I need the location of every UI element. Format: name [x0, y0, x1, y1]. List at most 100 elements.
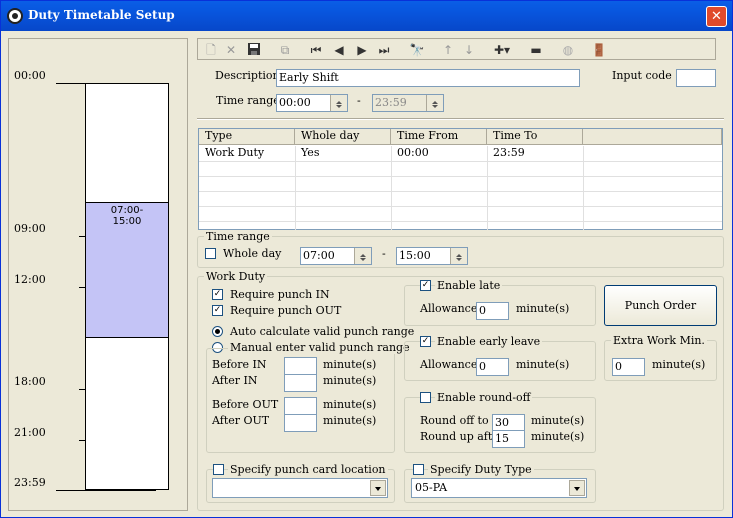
punch-location-label: Specify punch card location: [228, 463, 388, 476]
close-button[interactable]: ✕: [706, 6, 727, 27]
column-header[interactable]: Time To: [487, 129, 583, 145]
grid-line: [199, 161, 722, 162]
extra-work-title: Extra Work Min.: [611, 334, 707, 347]
require-out-label: Require punch OUT: [230, 304, 342, 317]
chevron-down-icon[interactable]: [370, 480, 386, 496]
duty-type-checkbox[interactable]: [413, 464, 424, 475]
duty-type-dropdown[interactable]: 05-PA: [411, 478, 587, 498]
time-range-group-title: Time range: [204, 230, 272, 243]
timeline-tick: [56, 490, 156, 491]
before-out-input[interactable]: [284, 397, 317, 415]
range-to-spinner[interactable]: [450, 248, 467, 264]
move-down-icon[interactable]: ↓: [461, 42, 477, 58]
description-label: Description: [215, 69, 280, 82]
column-header[interactable]: Time From: [391, 129, 487, 145]
time-from-input[interactable]: 00:00: [276, 94, 348, 112]
app-gear-icon: [7, 8, 23, 24]
range-from-input[interactable]: 07:00: [300, 247, 372, 265]
title-bar[interactable]: Duty Timetable Setup ✕: [1, 1, 732, 31]
manual-label: Manual enter valid punch range: [228, 341, 412, 354]
exit-icon[interactable]: 🚪: [591, 42, 607, 58]
separator: [197, 118, 724, 120]
remove-icon[interactable]: ▬: [528, 42, 544, 58]
timeline-tick: [56, 83, 85, 84]
add-icon[interactable]: ✚▾: [494, 42, 510, 58]
segment-end-label: 15:00: [112, 216, 142, 227]
grid-line: [199, 191, 722, 192]
minute-label: minute(s): [652, 358, 706, 371]
late-allowance-label: Allowance: [420, 302, 478, 315]
round-up-input[interactable]: 15: [492, 430, 525, 448]
auto-calc-radio[interactable]: [212, 326, 223, 337]
minute-label: minute(s): [323, 414, 377, 427]
before-in-input[interactable]: [284, 357, 317, 375]
require-in-label: Require punch IN: [230, 288, 330, 301]
new-icon[interactable]: 🗋: [203, 42, 219, 58]
last-record-icon[interactable]: ⏭: [376, 42, 392, 58]
punch-location-dropdown[interactable]: [212, 478, 388, 498]
minute-label: minute(s): [323, 374, 377, 387]
timeline-label: 00:00: [14, 69, 46, 82]
minute-label: minute(s): [516, 302, 570, 315]
punch-order-button[interactable]: Punch Order: [604, 285, 717, 326]
minute-label: minute(s): [531, 414, 585, 427]
enable-early-leave-label: Enable early leave: [435, 335, 543, 348]
time-dash: -: [357, 94, 361, 107]
column-header[interactable]: Type: [199, 129, 295, 145]
duty-timetable-window: Duty Timetable Setup ✕ 00:00 09:00 12:00…: [0, 0, 733, 518]
next-record-icon[interactable]: ▶: [354, 42, 370, 58]
disabled-icon[interactable]: ◍: [560, 42, 576, 58]
whole-day-label: Whole day: [223, 247, 282, 260]
range-to-value: 15:00: [399, 249, 431, 262]
early-allowance-label: Allowance: [420, 358, 478, 371]
duty-table[interactable]: Type Whole day Time From Time To Work Du…: [198, 128, 723, 230]
range-from-value: 07:00: [303, 249, 335, 262]
column-header-empty: [583, 129, 722, 145]
round-off-label: Round off to: [420, 414, 489, 427]
save-icon[interactable]: [246, 42, 262, 58]
time-from-spinner[interactable]: [330, 95, 347, 111]
before-in-label: Before IN: [212, 358, 267, 371]
range-to-input[interactable]: 15:00: [396, 247, 468, 265]
previous-record-icon[interactable]: ◀: [331, 42, 347, 58]
work-duty-title: Work Duty: [204, 270, 268, 283]
enable-late-checkbox[interactable]: ✓: [420, 280, 431, 291]
chevron-down-icon[interactable]: [569, 480, 585, 496]
segment-start-label: 07:00-: [110, 205, 144, 216]
move-up-icon[interactable]: ↑: [440, 42, 456, 58]
after-in-input[interactable]: [284, 374, 317, 392]
first-record-icon[interactable]: ⏮: [308, 42, 324, 58]
description-input[interactable]: Early Shift: [276, 69, 580, 87]
find-icon[interactable]: 🔭: [409, 42, 425, 58]
time-to-spinner: [426, 95, 443, 111]
time-to-value: 23:59: [375, 96, 407, 109]
grid-line: [199, 176, 722, 177]
minute-label: minute(s): [531, 430, 585, 443]
duty-segment[interactable]: 07:00- 15:00: [85, 202, 169, 338]
range-from-spinner[interactable]: [354, 248, 371, 264]
minute-label: minute(s): [516, 358, 570, 371]
column-header[interactable]: Whole day: [295, 129, 391, 145]
extra-work-input[interactable]: 0: [612, 358, 645, 376]
timeline-label: 23:59: [14, 476, 46, 489]
cell-whole-day: Yes: [301, 146, 320, 159]
enable-round-off-checkbox[interactable]: [420, 392, 431, 403]
enable-early-leave-checkbox[interactable]: ✓: [420, 336, 431, 347]
punch-location-checkbox[interactable]: [213, 464, 224, 475]
early-allowance-input[interactable]: 0: [476, 358, 509, 376]
copy-icon[interactable]: ⧉: [277, 42, 293, 58]
whole-day-checkbox[interactable]: [205, 248, 216, 259]
enable-round-off-label: Enable round-off: [435, 391, 533, 404]
input-code-field[interactable]: [676, 69, 716, 87]
enable-late-label: Enable late: [435, 279, 503, 292]
after-out-input[interactable]: [284, 414, 317, 432]
late-allowance-input[interactable]: 0: [476, 302, 509, 320]
timeline-label: 21:00: [14, 426, 46, 439]
after-out-label: After OUT: [212, 414, 270, 427]
delete-icon[interactable]: ✕: [223, 42, 239, 58]
require-out-checkbox[interactable]: ✓: [212, 305, 223, 316]
timeline-label: 12:00: [14, 273, 46, 286]
require-in-checkbox[interactable]: ✓: [212, 289, 223, 300]
duty-type-value: 05-PA: [415, 481, 448, 494]
after-in-label: After IN: [212, 374, 258, 387]
